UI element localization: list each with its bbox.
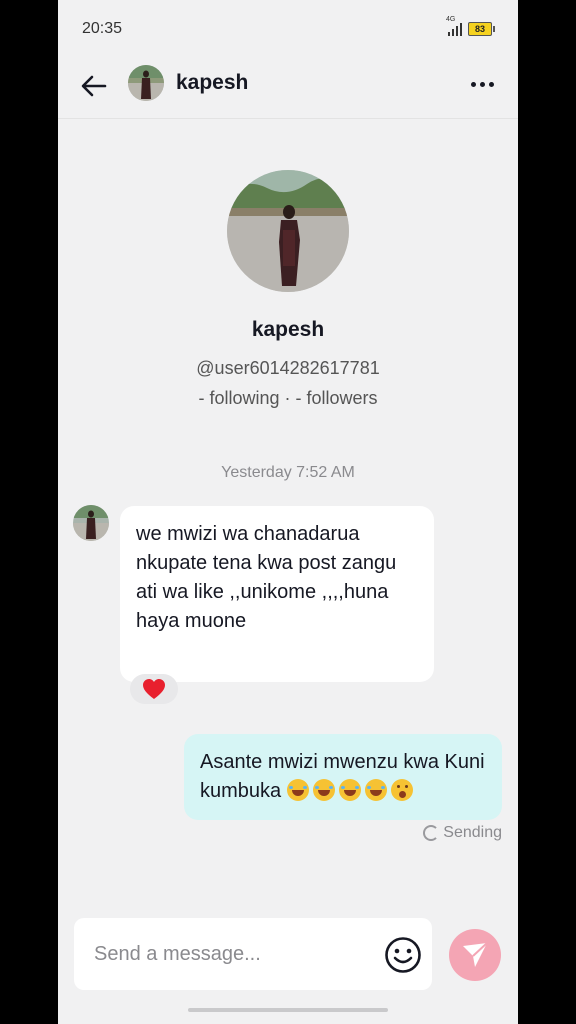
profile-avatar[interactable]	[227, 170, 349, 292]
chat-header: kapesh	[58, 60, 518, 119]
incoming-message[interactable]: we mwizi wa chanadarua nkupate tena kwa …	[120, 506, 434, 682]
message-composer	[74, 918, 432, 990]
profile-name[interactable]: kapesh	[58, 318, 518, 342]
message-status: Sending	[423, 824, 502, 842]
heart-icon	[143, 679, 165, 699]
profile-handle: @user6014282617781	[196, 358, 380, 378]
message-reaction[interactable]	[130, 674, 178, 704]
send-icon	[463, 942, 488, 967]
emoji-laughing-icon	[338, 779, 361, 801]
message-input[interactable]	[94, 918, 364, 990]
emoji-laughing-icon	[364, 779, 387, 801]
loading-spinner-icon	[423, 825, 440, 841]
more-options-icon[interactable]	[466, 72, 498, 96]
battery-icon: 83	[468, 22, 495, 36]
status-time: 20:35	[82, 20, 123, 37]
signal-icon: 4G	[446, 16, 462, 36]
back-arrow-icon[interactable]	[78, 70, 110, 102]
header-avatar[interactable]	[128, 65, 164, 101]
sender-avatar[interactable]	[73, 505, 109, 541]
emoji-picker-icon[interactable]	[384, 936, 422, 974]
status-bar: 20:35 4G 83	[58, 0, 518, 60]
network-label: 4G	[446, 16, 456, 23]
outgoing-message[interactable]: Asante mwizi mwenzu kwa Kuni kumbuka	[184, 734, 502, 820]
send-button[interactable]	[449, 929, 501, 981]
emoji-laughing-icon	[312, 779, 335, 801]
message-timestamp: Yesterday 7:52 AM	[221, 464, 355, 481]
message-status-label: Sending	[443, 824, 502, 841]
home-indicator	[188, 1008, 388, 1012]
status-icons: 4G 83	[446, 16, 495, 36]
emoji-laughing-icon	[286, 779, 309, 801]
profile-stats: - following · - followers	[198, 388, 378, 408]
contact-name[interactable]: kapesh	[176, 71, 248, 95]
emoji-shocked-icon	[390, 779, 413, 801]
chat-screen: 20:35 4G 83 kapesh kapesh @user601428261…	[58, 0, 518, 1024]
